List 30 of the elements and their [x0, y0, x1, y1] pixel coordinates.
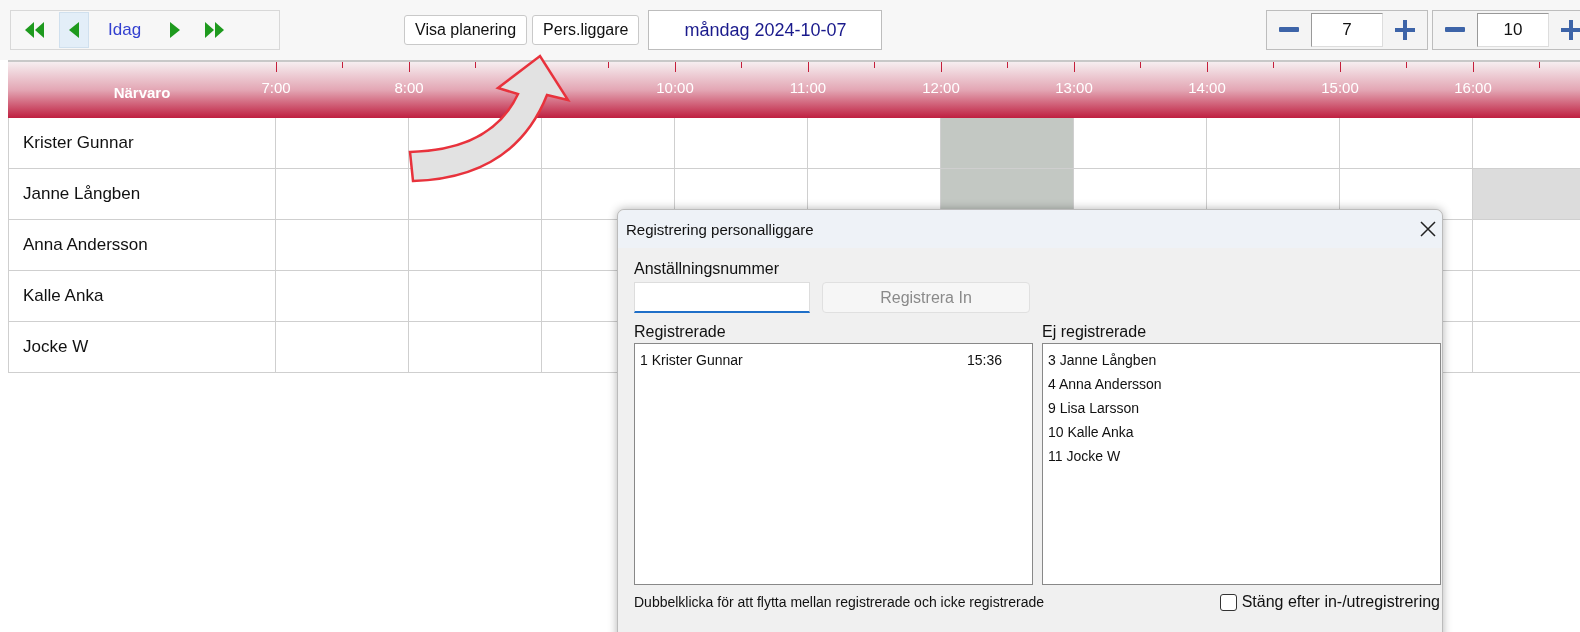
- today-button[interactable]: Idag: [93, 12, 157, 48]
- checkbox-label[interactable]: Stäng efter in-/utregistrering: [1241, 593, 1440, 611]
- time-label: 15:00: [1321, 79, 1359, 96]
- time-label: 7:00: [261, 79, 291, 96]
- field-label: Anställningsnummer: [634, 260, 780, 278]
- list-item[interactable]: 1 Krister Gunnar: [640, 352, 743, 368]
- time-label: 11:00: [789, 79, 827, 96]
- list-item[interactable]: 4 Anna Andersson: [1048, 376, 1162, 392]
- hint-text: Dubbelklicka för att flytta mellan registrerade och icke registrerade: [634, 594, 1045, 610]
- toolbar-button[interactable]: Visa planering: [404, 15, 528, 45]
- time-label: 8:00: [394, 79, 424, 96]
- date-display: måndag 2024-10-07: [648, 10, 883, 50]
- time-label: 13:00: [1055, 79, 1093, 96]
- number-spinner[interactable]: 7: [1266, 10, 1428, 50]
- time-text: 15:36: [966, 352, 1002, 368]
- time-label: 16:00: [1454, 79, 1492, 96]
- time-label: 10:00: [656, 79, 694, 96]
- list-label: Ej registrerade: [1042, 323, 1148, 341]
- time-label: 12:00: [922, 79, 960, 96]
- time-label: 14:00: [1188, 79, 1226, 96]
- list-label: Registrerade: [634, 323, 727, 341]
- list-item[interactable]: 9 Lisa Larsson: [1048, 400, 1140, 416]
- spinner-value[interactable]: 7: [1311, 13, 1383, 47]
- spinner-value[interactable]: 10: [1477, 13, 1549, 47]
- list-item[interactable]: 3 Janne Långben: [1048, 352, 1157, 368]
- number-spinner[interactable]: 10: [1432, 10, 1580, 50]
- toolbar-button[interactable]: Pers.liggare: [532, 15, 640, 45]
- dialog-title: Registrering personalliggare: [626, 220, 814, 238]
- list-item[interactable]: 11 Jocke W: [1048, 448, 1121, 464]
- list-item[interactable]: 10 Kalle Anka: [1048, 424, 1134, 440]
